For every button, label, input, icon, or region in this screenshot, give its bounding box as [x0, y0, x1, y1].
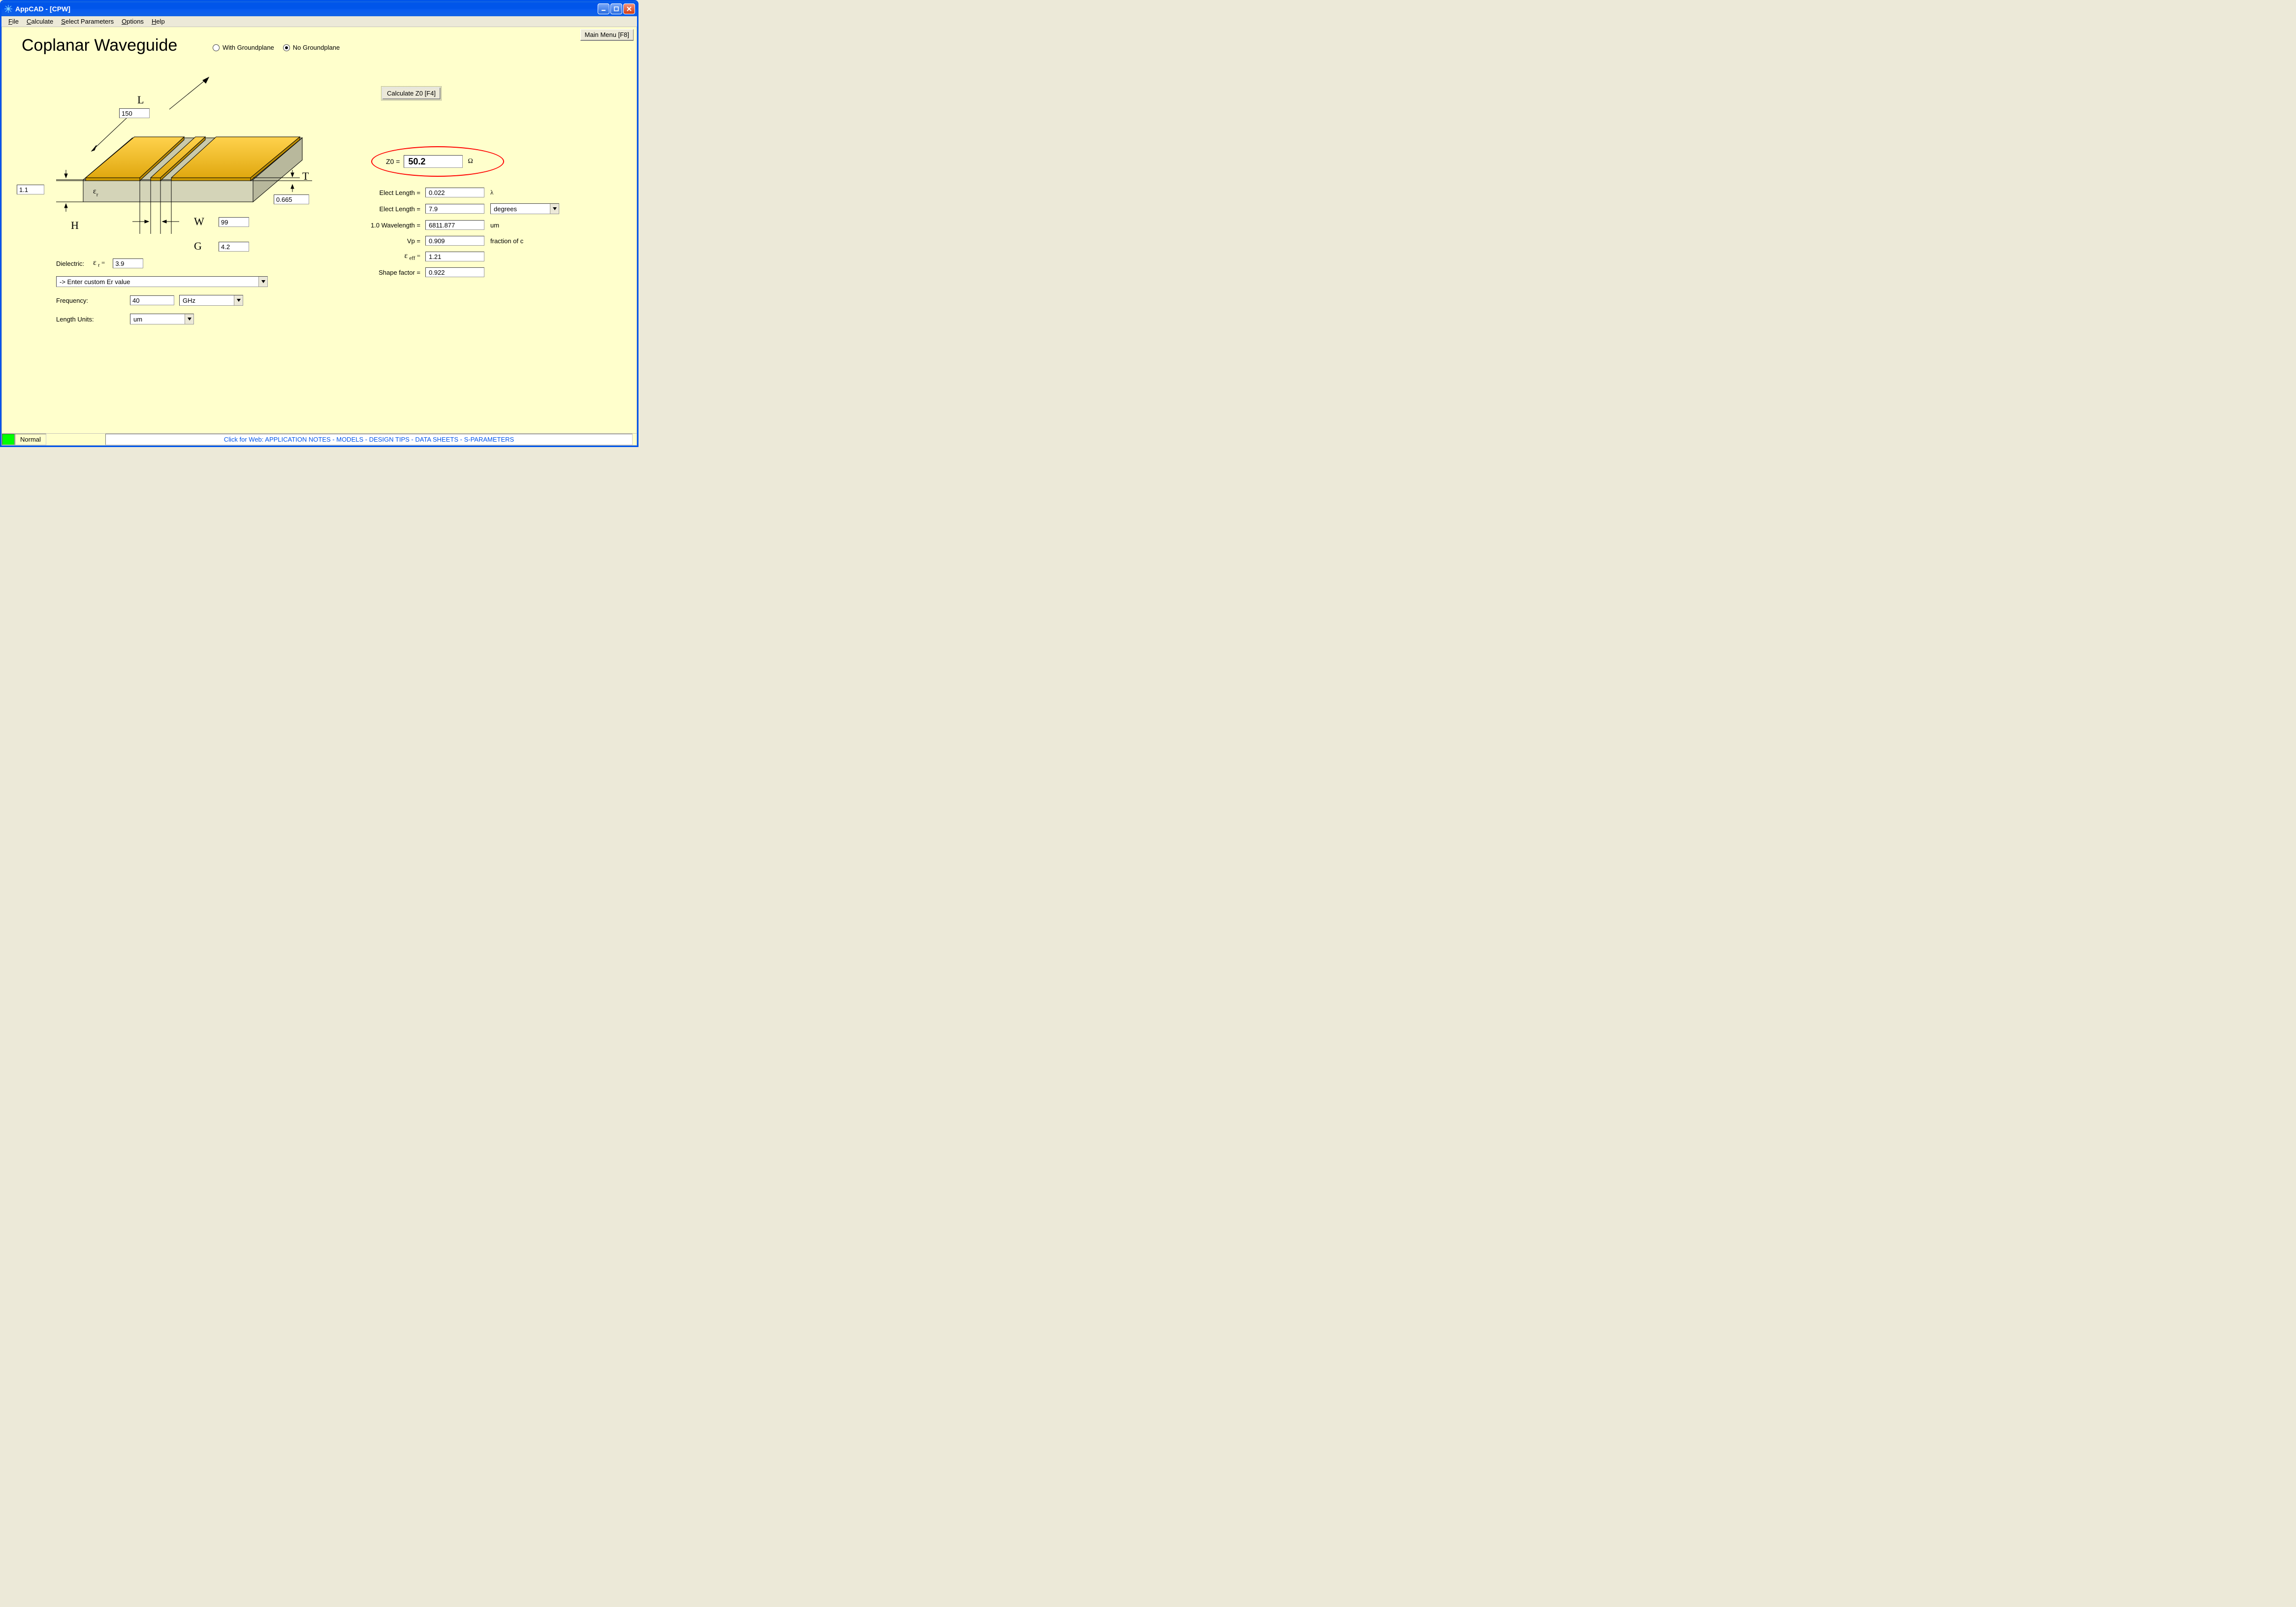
chevron-down-icon [550, 204, 559, 214]
label-dielectric: Dielectric: [56, 260, 84, 267]
menu-options[interactable]: Options [118, 17, 148, 26]
minimize-button[interactable] [598, 3, 609, 14]
input-W[interactable] [219, 217, 249, 227]
input-frequency[interactable] [130, 295, 174, 305]
label-wavelength: 1.0 Wavelength = [327, 222, 425, 229]
label-elect-length-deg: Elect Length = [327, 205, 425, 213]
unit-lambda: λ [490, 189, 493, 196]
dropdown-freq-units-text: GHz [180, 297, 234, 304]
output-z0-row: Z0 = 50.2 Ω [327, 155, 588, 168]
input-dielectric-er[interactable] [113, 258, 143, 268]
dropdown-dielectric-text: -> Enter custom Er value [57, 278, 258, 286]
label-shape-factor: Shape factor = [327, 269, 425, 276]
menu-help[interactable]: Help [148, 17, 169, 26]
unit-wavelength: um [490, 222, 499, 229]
label-epsilon-r: εr [93, 184, 98, 197]
label-L: L [137, 94, 144, 106]
status-led-icon [2, 434, 15, 445]
left-parameters: Dielectric: ε r = -> Enter custom Er val… [56, 258, 287, 332]
label-er-symbol: ε r = [93, 258, 105, 268]
output-shape-factor: 0.922 [425, 267, 484, 277]
menu-calculate[interactable]: Calculate [23, 17, 57, 26]
output-vp: 0.909 [425, 236, 484, 246]
label-W: W [194, 215, 204, 228]
label-elect-length-lambda: Elect Length = [327, 189, 425, 196]
close-button[interactable] [623, 3, 635, 14]
cpw-diagram: L T H εr W G [56, 71, 312, 234]
dropdown-angle-units-text: degrees [491, 205, 550, 213]
page-title: Coplanar Waveguide [22, 36, 177, 55]
output-elect-length-deg: 7.9 [425, 204, 484, 214]
radio-no-groundplane[interactable]: No Groundplane [283, 44, 340, 51]
label-frequency: Frequency: [56, 297, 125, 304]
chevron-down-icon [234, 295, 243, 305]
label-eps-eff: ε eff = [327, 252, 425, 261]
client-area: Main Menu [F8] Coplanar Waveguide With G… [1, 27, 637, 446]
output-z0: 50.2 [404, 155, 463, 168]
input-G[interactable] [219, 242, 249, 252]
menu-select-parameters[interactable]: Select Parameters [57, 17, 118, 26]
menubar: File Calculate Select Parameters Options… [1, 16, 637, 27]
chevron-down-icon [258, 277, 267, 287]
input-T[interactable] [274, 194, 309, 204]
dropdown-frequency-units[interactable]: GHz [179, 295, 243, 306]
groundplane-radio-group: With Groundplane No Groundplane [213, 44, 340, 51]
label-length-units: Length Units: [56, 316, 125, 323]
titlebar-text: AppCAD - [CPW] [15, 5, 70, 13]
label-z0: Z0 = [386, 158, 400, 165]
main-menu-button[interactable]: Main Menu [F8] [580, 29, 634, 40]
input-H[interactable] [17, 185, 44, 194]
app-window: AppCAD - [CPW] File Calculate Select Par… [0, 0, 638, 447]
unit-vp: fraction of c [490, 237, 523, 245]
status-mode: Normal [15, 434, 46, 445]
radio-icon [213, 44, 220, 51]
output-panel: Z0 = 50.2 Ω Elect Length = 0.022 λ Elect… [327, 155, 588, 283]
dropdown-length-units-text: um [130, 316, 185, 323]
radio-icon [283, 44, 290, 51]
radio-label: With Groundplane [223, 44, 274, 51]
unit-ohm: Ω [468, 158, 473, 165]
menu-file[interactable]: File [4, 17, 23, 26]
status-bar: Normal Click for Web: APPLICATION NOTES … [2, 433, 637, 445]
output-elect-length-lambda: 0.022 [425, 188, 484, 197]
output-wavelength: 6811.877 [425, 220, 484, 230]
radio-with-groundplane[interactable]: With Groundplane [213, 44, 274, 51]
web-link[interactable]: Click for Web: APPLICATION NOTES - MODEL… [105, 434, 633, 445]
label-vp: Vp = [327, 237, 425, 245]
dropdown-angle-units[interactable]: degrees [490, 203, 559, 214]
titlebar: AppCAD - [CPW] [1, 1, 637, 16]
output-eps-eff: 1.21 [425, 252, 484, 261]
app-icon [4, 5, 12, 13]
label-T: T [302, 170, 309, 183]
label-H: H [71, 219, 79, 232]
maximize-button[interactable] [610, 3, 622, 14]
calculate-z0-button[interactable]: Calculate Z0 [F4] [382, 87, 441, 99]
chevron-down-icon [185, 314, 193, 324]
dropdown-length-units[interactable]: um [130, 314, 194, 324]
label-G: G [194, 240, 202, 253]
input-L[interactable] [119, 108, 150, 118]
dropdown-dielectric[interactable]: -> Enter custom Er value [56, 276, 268, 287]
radio-label: No Groundplane [293, 44, 340, 51]
